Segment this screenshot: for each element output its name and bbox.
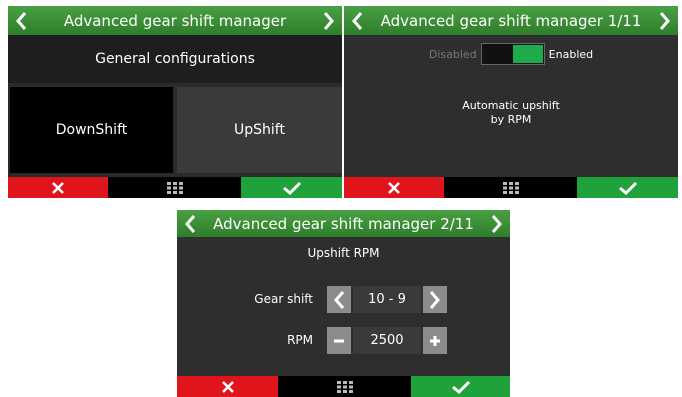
toggle-off-label: Disabled — [428, 47, 477, 61]
title-bar: Advanced gear shift manager — [8, 6, 342, 35]
general-configurations-button[interactable]: General configurations — [8, 35, 342, 83]
description: Automatic upshift by RPM — [344, 99, 678, 127]
toggle-knob — [512, 45, 543, 63]
close-icon — [388, 181, 400, 194]
gear-shift-next-button[interactable] — [423, 286, 447, 313]
bottom-bar — [8, 177, 342, 198]
upshift-label: UpShift — [234, 122, 285, 138]
toggle-on-label: Enabled — [548, 47, 594, 61]
downshift-label: DownShift — [55, 122, 128, 138]
grid-icon — [336, 380, 353, 393]
title-bar: Advanced gear shift manager 1/11 — [344, 6, 678, 35]
cancel-button[interactable] — [177, 376, 278, 397]
check-icon — [451, 380, 470, 394]
screen-toggle: Advanced gear shift manager 1/11 Disable… — [344, 6, 678, 198]
gear-shift-value[interactable]: 10 - 9 — [353, 286, 421, 313]
bottom-bar — [177, 376, 510, 397]
rpm-decrease-button[interactable] — [327, 327, 351, 354]
rpm-increase-button[interactable] — [423, 327, 447, 354]
minus-icon — [334, 339, 344, 342]
close-icon — [221, 380, 234, 393]
cancel-button[interactable] — [344, 177, 444, 198]
check-icon — [282, 181, 301, 195]
confirm-button[interactable] — [411, 376, 510, 397]
chevron-left-icon[interactable] — [346, 6, 368, 35]
plus-icon — [430, 335, 440, 346]
page-title: Advanced gear shift manager 1/11 — [380, 11, 642, 30]
menu-button[interactable] — [108, 177, 241, 198]
confirm-button[interactable] — [241, 177, 342, 198]
gear-shift-prev-button[interactable] — [327, 286, 351, 313]
grid-icon — [502, 181, 519, 194]
bottom-bar — [344, 177, 678, 198]
gear-shift-label: Gear shift — [254, 292, 313, 306]
screen-upshift-rpm: Advanced gear shift manager 2/11 Upshift… — [177, 210, 510, 397]
rpm-value[interactable]: 2500 — [353, 327, 421, 354]
title-bar: Advanced gear shift manager 2/11 — [177, 210, 510, 237]
chevron-left-icon — [334, 290, 345, 309]
section-title: Upshift RPM — [307, 246, 380, 260]
chevron-right-icon[interactable] — [318, 6, 340, 35]
confirm-button[interactable] — [577, 177, 678, 198]
description-line-2: by RPM — [490, 113, 532, 126]
menu-button[interactable] — [278, 376, 411, 397]
page-title: Advanced gear shift manager — [63, 11, 287, 30]
downshift-button[interactable]: DownShift — [10, 87, 173, 173]
check-icon — [618, 181, 637, 195]
chevron-right-icon[interactable] — [654, 6, 676, 35]
chevron-right-icon — [429, 290, 440, 309]
menu-button[interactable] — [444, 177, 577, 198]
chevron-right-icon[interactable] — [486, 210, 508, 237]
close-icon — [52, 181, 64, 194]
chevron-left-icon[interactable] — [179, 210, 201, 237]
grid-icon — [166, 181, 183, 194]
page-title: Advanced gear shift manager 2/11 — [213, 214, 474, 233]
enable-toggle[interactable] — [480, 43, 545, 65]
upshift-button[interactable]: UpShift — [177, 87, 342, 173]
cancel-button[interactable] — [8, 177, 108, 198]
general-configurations-label: General configurations — [95, 51, 255, 67]
toggle-row: Disabled Enabled — [344, 43, 678, 65]
description-line-1: Automatic upshift — [462, 99, 560, 112]
screen-main-menu: Advanced gear shift manager General conf… — [8, 6, 342, 198]
chevron-left-icon[interactable] — [10, 6, 32, 35]
rpm-label: RPM — [287, 333, 313, 347]
